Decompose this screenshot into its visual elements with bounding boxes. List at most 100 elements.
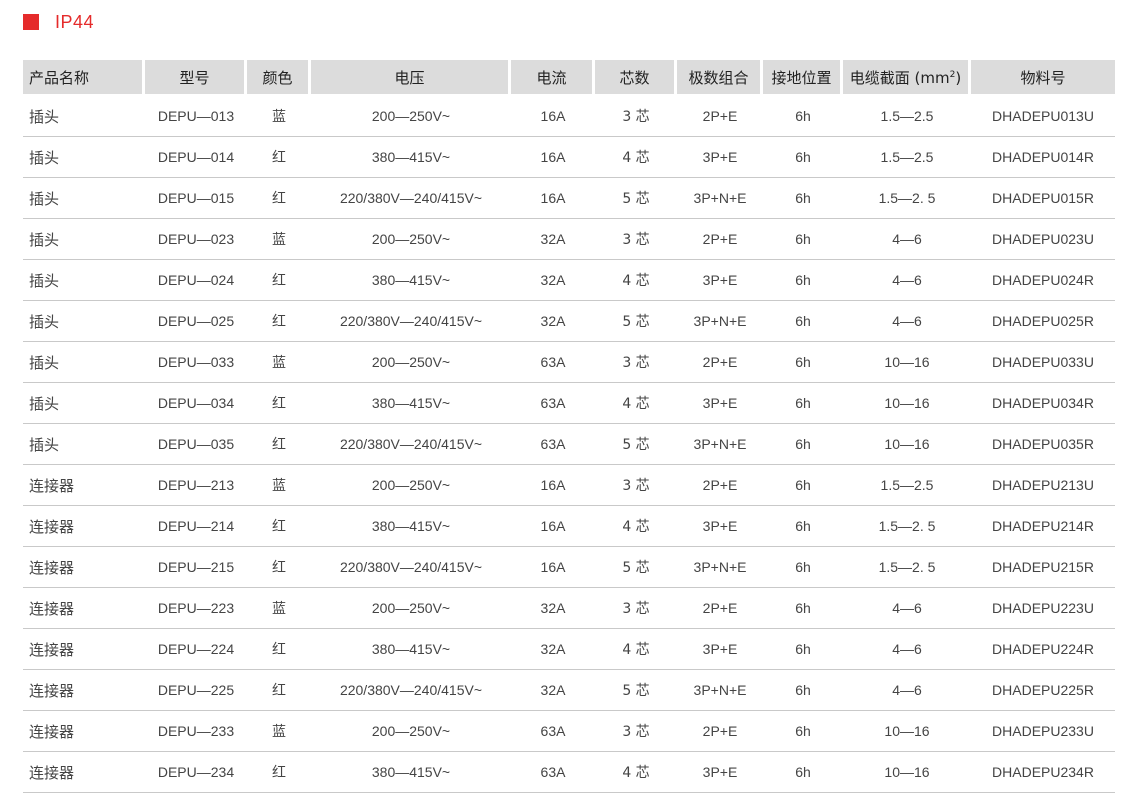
cell-current: 32A [511,219,595,260]
cell-poles: 2P+E [677,342,763,383]
cell-current: 32A [511,629,595,670]
cell-model: DEPU—225 [145,670,247,711]
cell-product: 插头 [23,424,145,465]
cell-voltage: 200—250V~ [311,588,511,629]
cell-cores: 3 芯 [595,219,677,260]
cell-product: 插头 [23,383,145,424]
cell-model: DEPU—233 [145,711,247,752]
cable-header-close: ) [955,68,962,87]
cell-current: 32A [511,670,595,711]
cell-product: 插头 [23,219,145,260]
cell-current: 63A [511,711,595,752]
cell-cable: 1.5—2. 5 [843,547,971,588]
cell-part-no: DHADEPU215R [971,547,1115,588]
cell-current: 16A [511,137,595,178]
cell-cable: 10—16 [843,383,971,424]
cell-cable: 4—6 [843,219,971,260]
cell-cores: 4 芯 [595,137,677,178]
cell-part-no: DHADEPU233U [971,711,1115,752]
cell-part-no: DHADEPU224R [971,629,1115,670]
cell-cores: 4 芯 [595,260,677,301]
cell-earth: 6h [763,670,843,711]
cell-voltage: 220/380V—240/415V~ [311,424,511,465]
cell-current: 16A [511,506,595,547]
cell-model: DEPU—033 [145,342,247,383]
cell-current: 16A [511,178,595,219]
cell-product: 连接器 [23,752,145,793]
cell-earth: 6h [763,711,843,752]
cell-voltage: 220/380V—240/415V~ [311,547,511,588]
col-header-voltage: 电压 [311,60,511,96]
cell-cable: 4—6 [843,260,971,301]
cell-current: 16A [511,465,595,506]
cell-current: 16A [511,96,595,137]
cell-color: 红 [247,752,311,793]
cell-voltage: 380—415V~ [311,629,511,670]
cell-voltage: 200—250V~ [311,96,511,137]
cell-voltage: 220/380V—240/415V~ [311,670,511,711]
cell-model: DEPU—215 [145,547,247,588]
cell-poles: 3P+N+E [677,301,763,342]
cell-poles: 3P+N+E [677,178,763,219]
cell-earth: 6h [763,424,843,465]
cell-poles: 2P+E [677,465,763,506]
cell-cable: 1.5—2. 5 [843,178,971,219]
cell-voltage: 380—415V~ [311,383,511,424]
cell-part-no: DHADEPU234R [971,752,1115,793]
cell-voltage: 380—415V~ [311,506,511,547]
cell-product: 插头 [23,178,145,219]
table-row: 连接器 DEPU—214 红 380—415V~ 16A 4 芯 3P+E 6h 1.5—2. … [23,506,1115,547]
cell-earth: 6h [763,506,843,547]
cell-cores: 4 芯 [595,752,677,793]
col-header-product: 产品名称 [23,60,145,96]
cell-voltage: 220/380V—240/415V~ [311,178,511,219]
cell-product: 连接器 [23,506,145,547]
cell-cable: 4—6 [843,629,971,670]
cell-earth: 6h [763,260,843,301]
cell-color: 蓝 [247,711,311,752]
cell-product: 连接器 [23,711,145,752]
cell-model: DEPU—013 [145,96,247,137]
cell-poles: 3P+E [677,260,763,301]
table-row: 插头 DEPU—024 红 380—415V~ 32A 4 芯 3P+E 6h 4—6 DHADE… [23,260,1115,301]
table-row: 连接器 DEPU—224 红 380—415V~ 32A 4 芯 3P+E 6h 4—6 DHAD… [23,629,1115,670]
section-title: IP44 [23,10,94,34]
cell-voltage: 380—415V~ [311,260,511,301]
cell-poles: 3P+E [677,752,763,793]
cell-cores: 5 芯 [595,301,677,342]
cell-current: 63A [511,342,595,383]
cell-color: 蓝 [247,342,311,383]
cell-earth: 6h [763,752,843,793]
cell-earth: 6h [763,178,843,219]
cell-product: 连接器 [23,670,145,711]
cell-poles: 3P+E [677,383,763,424]
cell-part-no: DHADEPU035R [971,424,1115,465]
col-header-color: 颜色 [247,60,311,96]
cell-voltage: 380—415V~ [311,752,511,793]
cell-part-no: DHADEPU223U [971,588,1115,629]
cell-model: DEPU—034 [145,383,247,424]
cell-current: 32A [511,301,595,342]
cell-voltage: 380—415V~ [311,137,511,178]
cell-poles: 3P+E [677,137,763,178]
cell-poles: 3P+E [677,506,763,547]
table-row: 连接器 DEPU—233 蓝 200—250V~ 63A 3 芯 2P+E 6h 10—16 DH… [23,711,1115,752]
col-header-earth: 接地位置 [763,60,843,96]
cell-cable: 10—16 [843,424,971,465]
cell-poles: 2P+E [677,219,763,260]
cell-earth: 6h [763,219,843,260]
cell-voltage: 200—250V~ [311,465,511,506]
table-row: 插头 DEPU—035 红 220/380V—240/415V~ 63A 5 芯 3P+N+… [23,424,1115,465]
cell-part-no: DHADEPU225R [971,670,1115,711]
cell-part-no: DHADEPU214R [971,506,1115,547]
cell-current: 16A [511,547,595,588]
cell-product: 插头 [23,137,145,178]
cell-cores: 5 芯 [595,178,677,219]
cell-cable: 4—6 [843,670,971,711]
cell-cores: 4 芯 [595,629,677,670]
cell-cores: 4 芯 [595,383,677,424]
cell-current: 63A [511,383,595,424]
cell-earth: 6h [763,301,843,342]
table-row: 插头 DEPU—023 蓝 200—250V~ 32A 3 芯 2P+E 6h 4—6 DHADE… [23,219,1115,260]
table-row: 连接器 DEPU—234 红 380—415V~ 63A 4 芯 3P+E 6h 10—16 DH… [23,752,1115,793]
